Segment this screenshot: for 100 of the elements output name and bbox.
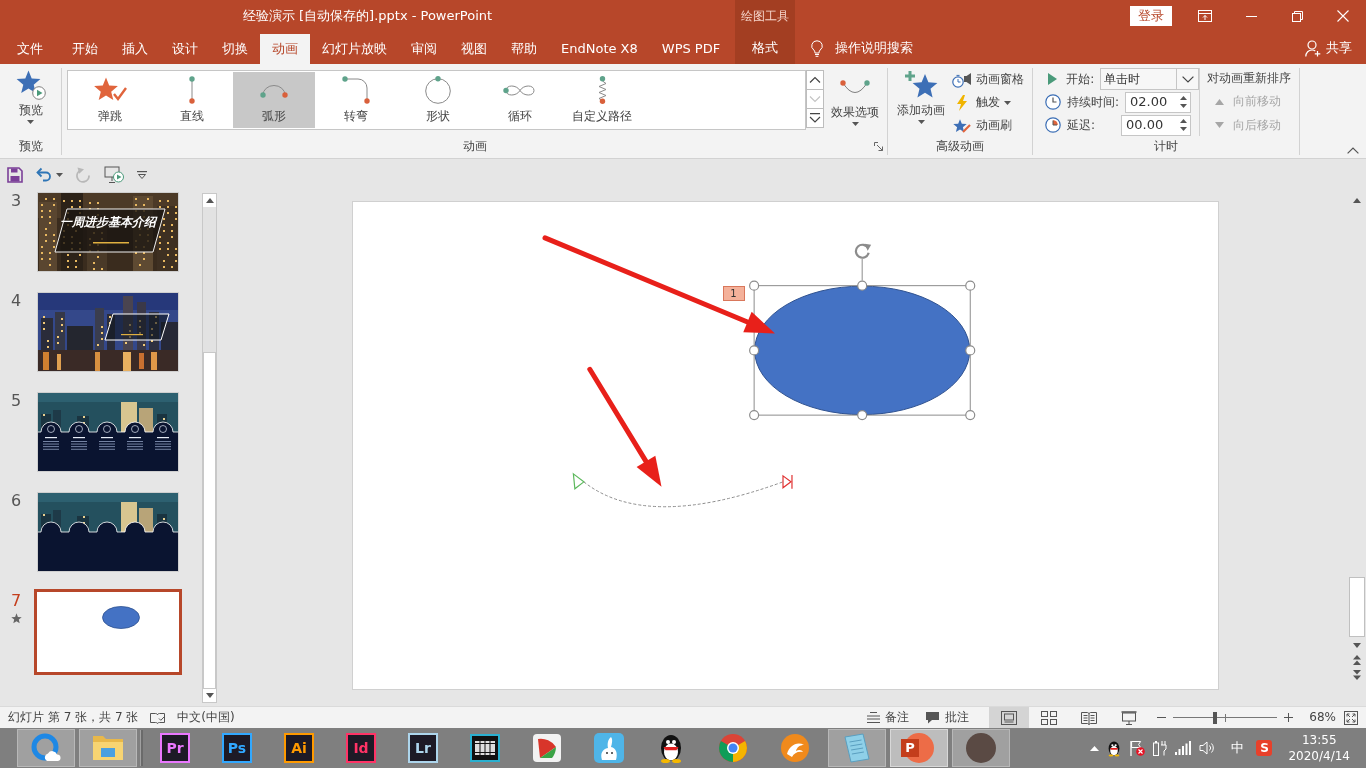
ribbon-tab[interactable]: 切换 bbox=[210, 34, 260, 64]
window-title: 经验演示 [自动保存的].pptx - PowerPoint bbox=[242, 8, 493, 24]
resize-handle[interactable] bbox=[856, 410, 867, 421]
gallery-more-button[interactable] bbox=[806, 108, 824, 128]
triangle-up-icon bbox=[205, 198, 214, 203]
speech-bubble-icon bbox=[925, 711, 941, 724]
zoom-slider-thumb[interactable] bbox=[1213, 711, 1218, 724]
star-plus-icon bbox=[904, 70, 938, 100]
gallery-item[interactable]: 直线 bbox=[151, 72, 233, 128]
gallery-item[interactable]: 转弯 bbox=[315, 72, 397, 128]
notepad-icon bbox=[843, 733, 871, 763]
arc-dots-icon bbox=[840, 79, 870, 95]
animation-painter-button[interactable]: 动画刷 bbox=[950, 114, 1026, 137]
star-check-icon bbox=[93, 77, 127, 103]
undo-icon bbox=[36, 167, 52, 182]
sign-in-button[interactable]: 登录 bbox=[1130, 6, 1172, 26]
input-mode-button[interactable]: 中 bbox=[1227, 728, 1249, 768]
triangle-up-icon bbox=[1090, 745, 1100, 751]
animation-pane-button[interactable]: 动画窗格 bbox=[950, 68, 1026, 91]
taskbar-button[interactable]: Lr bbox=[394, 729, 452, 767]
scrollbar-thumb[interactable] bbox=[203, 351, 216, 689]
input-method-button[interactable]: S bbox=[1252, 728, 1277, 768]
gallery-item[interactable]: 自定义路径 bbox=[561, 72, 643, 128]
taskbar-button[interactable]: Id bbox=[332, 729, 390, 767]
zoom-level-button[interactable]: 68% bbox=[1305, 707, 1340, 728]
ribbon-tab[interactable]: EndNote X8 bbox=[549, 34, 650, 64]
ribbon-tab[interactable]: 插入 bbox=[110, 34, 160, 64]
ribbon-tab[interactable]: 格式 bbox=[735, 32, 795, 64]
add-animation-button[interactable]: 添加动画 bbox=[894, 68, 948, 134]
save-button[interactable] bbox=[5, 164, 25, 185]
gallery-item[interactable]: 弹跳 bbox=[69, 72, 151, 128]
duration-spinbox[interactable]: 02.00 bbox=[1125, 91, 1191, 113]
resize-handle[interactable] bbox=[964, 410, 975, 421]
ribbon-tab[interactable]: 动画 bbox=[260, 34, 310, 64]
field-label: 开始: bbox=[1066, 71, 1095, 87]
ribbon-tab[interactable]: 文件 bbox=[0, 34, 60, 64]
ribbon-tab[interactable]: 视图 bbox=[449, 34, 499, 64]
slide-thumbnail[interactable] bbox=[34, 589, 182, 675]
plug-icon bbox=[1153, 740, 1168, 756]
corner-arrow-icon bbox=[874, 141, 883, 151]
collapse-ribbon-button[interactable] bbox=[1346, 146, 1360, 155]
customize-toolbar-button[interactable] bbox=[135, 168, 149, 181]
start-dropdown[interactable]: 单击时 bbox=[1100, 68, 1199, 90]
gallery-item[interactable]: 循环 bbox=[479, 72, 561, 128]
start-slideshow-button[interactable] bbox=[102, 163, 126, 186]
play-icon bbox=[1048, 73, 1058, 85]
segmented-circle-icon bbox=[718, 733, 748, 763]
field-label: 延迟: bbox=[1067, 117, 1096, 133]
group-label: 预览 bbox=[18, 138, 43, 154]
taskbar-button[interactable]: Pr bbox=[146, 729, 204, 767]
grid-icon bbox=[1041, 710, 1058, 725]
effect-options-button[interactable]: 效果选项 bbox=[828, 70, 882, 136]
taskbar-button[interactable]: Ai bbox=[270, 729, 328, 767]
comments-button[interactable]: 批注 bbox=[921, 707, 974, 728]
normal-view-button[interactable] bbox=[989, 707, 1030, 728]
ribbon-tab[interactable]: 设计 bbox=[160, 34, 210, 64]
taskbar-button[interactable]: Ps bbox=[208, 729, 266, 767]
film-strip-icon bbox=[470, 734, 500, 762]
ribbon-tab[interactable]: 幻灯片放映 bbox=[310, 34, 399, 64]
group-label: 计时 bbox=[1154, 138, 1178, 154]
flag-cross-icon bbox=[1129, 740, 1146, 756]
ribbon-tab[interactable]: 审阅 bbox=[399, 34, 449, 64]
resize-handle[interactable] bbox=[748, 280, 759, 291]
dialog-launcher-button[interactable] bbox=[873, 140, 884, 152]
frame-corners-icon bbox=[1344, 710, 1358, 725]
share-button[interactable]: 共享 bbox=[1305, 32, 1352, 64]
gallery-item[interactable]: 弧形 bbox=[233, 72, 315, 128]
ribbon-tab[interactable]: WPS PDF bbox=[649, 34, 733, 64]
trigger-button[interactable]: 触发 bbox=[950, 91, 1026, 114]
preview-button[interactable]: 预览 bbox=[12, 68, 49, 134]
caret-icon bbox=[56, 172, 63, 177]
delay-spinbox[interactable]: 00.00 bbox=[1121, 114, 1191, 136]
resize-handle[interactable] bbox=[964, 345, 975, 356]
notes-button[interactable]: 备注 bbox=[863, 707, 914, 728]
arc-path-icon bbox=[260, 82, 288, 98]
lightbulb-icon bbox=[811, 39, 823, 57]
undo-button[interactable] bbox=[34, 165, 54, 184]
resize-handle[interactable] bbox=[748, 410, 759, 421]
resize-handle[interactable] bbox=[856, 280, 867, 291]
avatar-circle-icon bbox=[966, 733, 996, 763]
scrollbar-thumb[interactable] bbox=[1349, 577, 1365, 637]
taskbar-button[interactable]: P bbox=[890, 729, 948, 767]
language-button[interactable]: 中文(中国) bbox=[173, 707, 239, 728]
resize-handle[interactable] bbox=[748, 345, 759, 356]
tell-me-search[interactable]: 操作说明搜索 bbox=[811, 32, 913, 64]
gallery-up-button[interactable] bbox=[806, 70, 824, 90]
rotate-handle[interactable] bbox=[854, 243, 871, 282]
gallery-item[interactable]: 形状 bbox=[397, 72, 479, 128]
group-label: 动画 bbox=[462, 138, 487, 154]
zigzag-path-icon bbox=[597, 76, 607, 104]
ribbon-tab[interactable]: 帮助 bbox=[499, 34, 549, 64]
star-play-icon bbox=[15, 70, 46, 100]
swirl-circle-icon bbox=[780, 733, 810, 763]
bar-chevron-icon bbox=[809, 113, 821, 123]
resize-handle[interactable] bbox=[964, 280, 975, 291]
ribbon-tab[interactable]: 开始 bbox=[60, 34, 110, 64]
clock-button[interactable]: 13:55 2020/4/14 bbox=[1276, 728, 1366, 768]
ellipse-shape[interactable] bbox=[753, 285, 970, 416]
triangle-up-icon bbox=[1353, 197, 1361, 203]
undo-menu-button[interactable] bbox=[54, 170, 65, 179]
